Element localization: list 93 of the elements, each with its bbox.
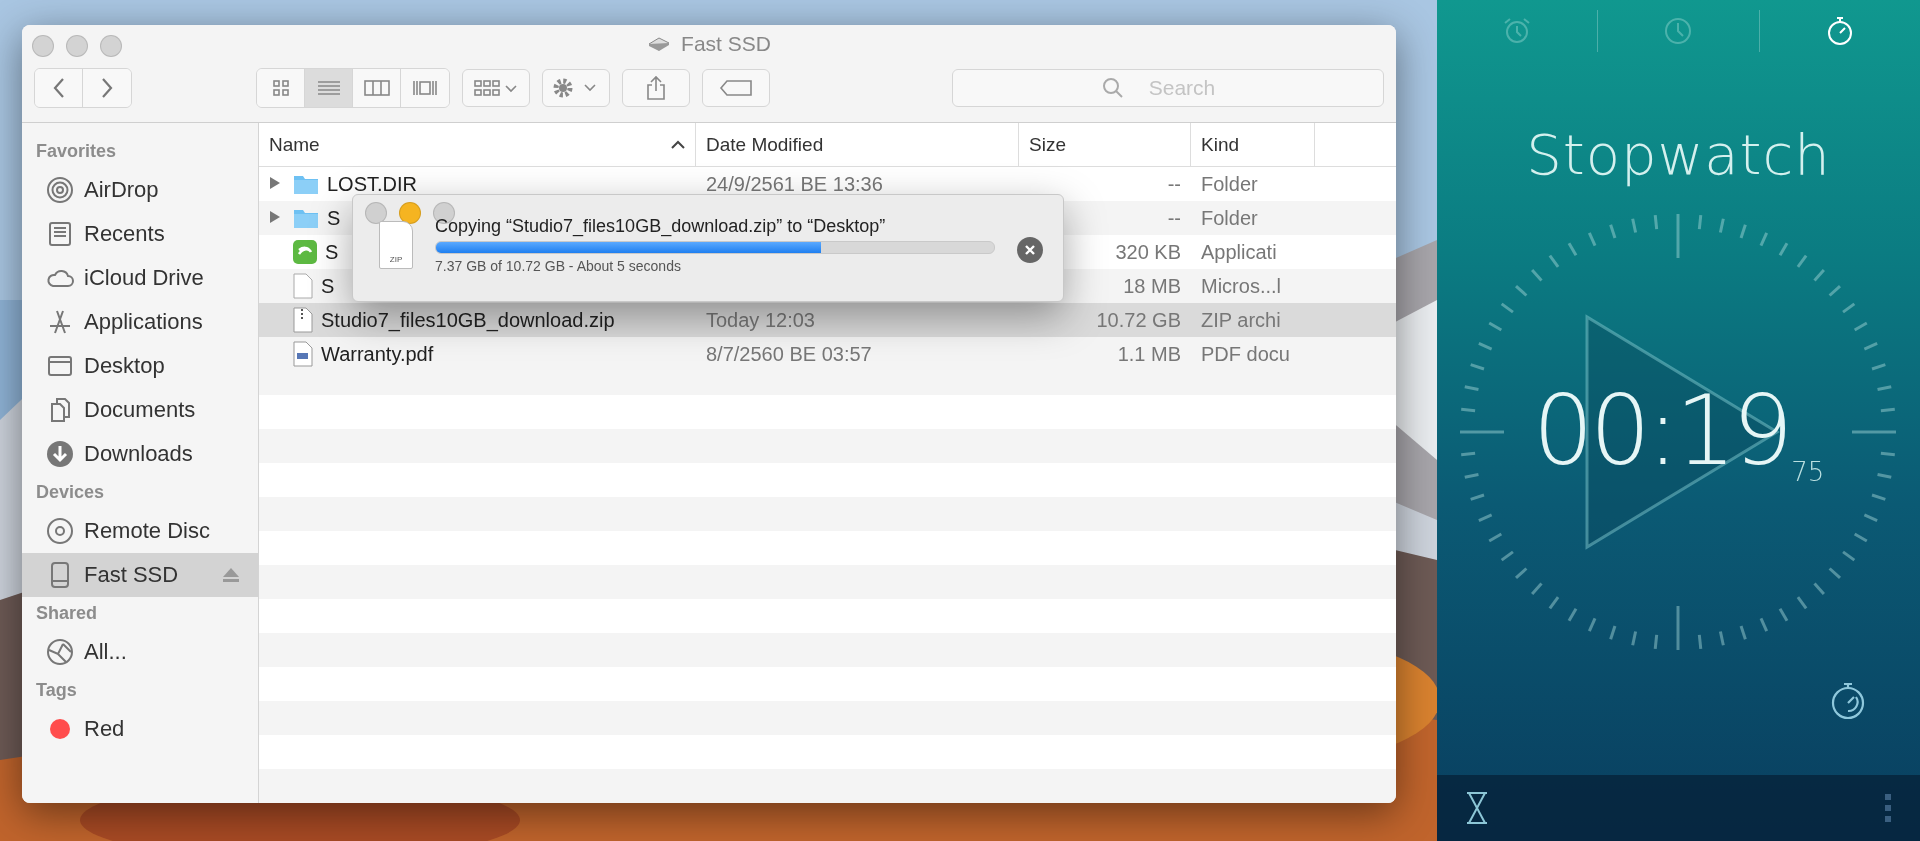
view-mode-button[interactable] bbox=[353, 69, 401, 107]
share-icon bbox=[645, 75, 667, 101]
clock-icon bbox=[1663, 16, 1694, 46]
sidebar-item[interactable]: Desktop bbox=[22, 344, 258, 388]
file-name: S bbox=[325, 240, 339, 264]
sidebar-item[interactable]: iCloud Drive bbox=[22, 256, 258, 300]
search-icon bbox=[1102, 77, 1124, 99]
airdrop-icon bbox=[46, 176, 74, 204]
section-heading: Favorites bbox=[35, 140, 118, 163]
file-size: 18 MB bbox=[1123, 274, 1181, 298]
file-name: S bbox=[327, 206, 341, 230]
section-heading: Devices bbox=[35, 481, 106, 504]
chevron-right-icon bbox=[100, 77, 114, 99]
date-modified: Today 12:03 bbox=[706, 308, 815, 332]
disc-icon bbox=[46, 517, 74, 545]
share-button[interactable] bbox=[622, 69, 690, 107]
sidebar-item[interactable]: Fast SSD bbox=[22, 553, 258, 597]
zip-file-icon bbox=[293, 307, 313, 333]
copy-status: 7.37 GB of 10.72 GB - About 5 seconds bbox=[435, 258, 682, 274]
back-button[interactable] bbox=[35, 69, 83, 107]
sidebar-item[interactable]: All... bbox=[22, 630, 258, 674]
file-row[interactable]: Studio7_files10GB_download.zip Today 12:03 10.72 GB ZIP archi bbox=[259, 303, 1396, 337]
eject-icon[interactable] bbox=[222, 567, 240, 583]
sidebar-item[interactable]: Downloads bbox=[22, 432, 258, 476]
hundredths: 75 bbox=[1791, 457, 1825, 487]
menu-button[interactable] bbox=[1884, 793, 1892, 823]
date-modified: 24/9/2561 BE 13:36 bbox=[706, 172, 883, 196]
file-name: Warranty.pdf bbox=[321, 342, 434, 366]
file-name: Studio7_files10GB_download.zip bbox=[321, 308, 615, 332]
lap-button[interactable] bbox=[1830, 680, 1866, 720]
file-name: LOST.DIR bbox=[327, 172, 418, 196]
file-name: S bbox=[321, 274, 335, 298]
sidebar-item[interactable]: Applications bbox=[22, 300, 258, 344]
file-kind: Applicati bbox=[1201, 240, 1277, 264]
file-kind: ZIP archi bbox=[1201, 308, 1281, 332]
tray-icon bbox=[46, 220, 74, 248]
date-modified: 8/7/2560 BE 03:57 bbox=[706, 342, 872, 366]
timer-button[interactable] bbox=[1465, 791, 1489, 825]
file-kind: Folder bbox=[1201, 206, 1258, 230]
group-button[interactable] bbox=[462, 69, 530, 107]
download-icon bbox=[46, 440, 74, 468]
forward-button[interactable] bbox=[83, 69, 131, 107]
copy-message: Copying “Studio7_files10GB_download.zip” to “Desktop” bbox=[435, 216, 887, 237]
tag-button[interactable] bbox=[702, 69, 770, 107]
file-size: 1.1 MB bbox=[1117, 342, 1181, 366]
app-icon bbox=[293, 240, 317, 264]
folder-icon bbox=[293, 173, 319, 195]
globe-icon bbox=[46, 638, 74, 666]
elapsed-time: 00:19 bbox=[1532, 383, 1790, 479]
close-icon bbox=[1024, 244, 1036, 256]
file-size: -- bbox=[1167, 172, 1181, 196]
file-kind: PDF docu bbox=[1201, 342, 1290, 366]
view-mode-button[interactable] bbox=[305, 69, 353, 107]
view-mode-button[interactable] bbox=[257, 69, 305, 107]
file-kind: Folder bbox=[1201, 172, 1258, 196]
sidebar-item[interactable]: Recents bbox=[22, 212, 258, 256]
sidebar-item[interactable]: Red bbox=[22, 707, 258, 751]
view-mode-button[interactable] bbox=[401, 69, 449, 107]
sidebar-item[interactable]: Documents bbox=[22, 388, 258, 432]
gallery-icon bbox=[412, 78, 438, 98]
file-size: -- bbox=[1167, 206, 1181, 230]
tag-icon bbox=[719, 79, 753, 97]
stopwatch-title: Stopwatch bbox=[1525, 122, 1832, 187]
column-header[interactable]: Name bbox=[269, 133, 320, 156]
minimize-button[interactable] bbox=[66, 35, 88, 57]
disclosure-triangle-icon[interactable] bbox=[269, 210, 281, 224]
zip-file-icon: ZIP bbox=[379, 221, 413, 269]
window-title: Fast SSD bbox=[681, 32, 771, 56]
sidebar-item[interactable]: AirDrop bbox=[22, 168, 258, 212]
file-kind: Micros...l bbox=[1201, 274, 1281, 298]
column-header[interactable]: Size bbox=[1029, 133, 1066, 156]
drive-icon bbox=[647, 36, 672, 52]
list-icon bbox=[315, 78, 342, 98]
sort-caret-icon bbox=[671, 140, 685, 149]
file-size: 10.72 GB bbox=[1096, 308, 1181, 332]
pdf-file-icon bbox=[293, 341, 313, 367]
minimize-button[interactable] bbox=[399, 202, 421, 224]
section-heading: Shared bbox=[35, 602, 99, 625]
disclosure-triangle-icon[interactable] bbox=[269, 176, 281, 190]
section-heading: Tags bbox=[35, 679, 78, 702]
chevron-left-icon bbox=[51, 77, 66, 99]
document-icon bbox=[293, 273, 313, 299]
columns-icon bbox=[363, 78, 390, 98]
close-button[interactable] bbox=[32, 35, 54, 57]
sidebar-item[interactable]: Remote Disc bbox=[22, 509, 258, 553]
settings-button[interactable] bbox=[542, 69, 610, 107]
close-button[interactable] bbox=[365, 202, 387, 224]
column-header[interactable]: Date Modified bbox=[706, 133, 824, 156]
column-header[interactable]: Kind bbox=[1201, 133, 1240, 156]
file-size: 320 KB bbox=[1115, 240, 1181, 264]
cancel-button[interactable] bbox=[1017, 237, 1043, 263]
group-grid-icon bbox=[473, 78, 519, 98]
folder-icon bbox=[293, 207, 319, 229]
